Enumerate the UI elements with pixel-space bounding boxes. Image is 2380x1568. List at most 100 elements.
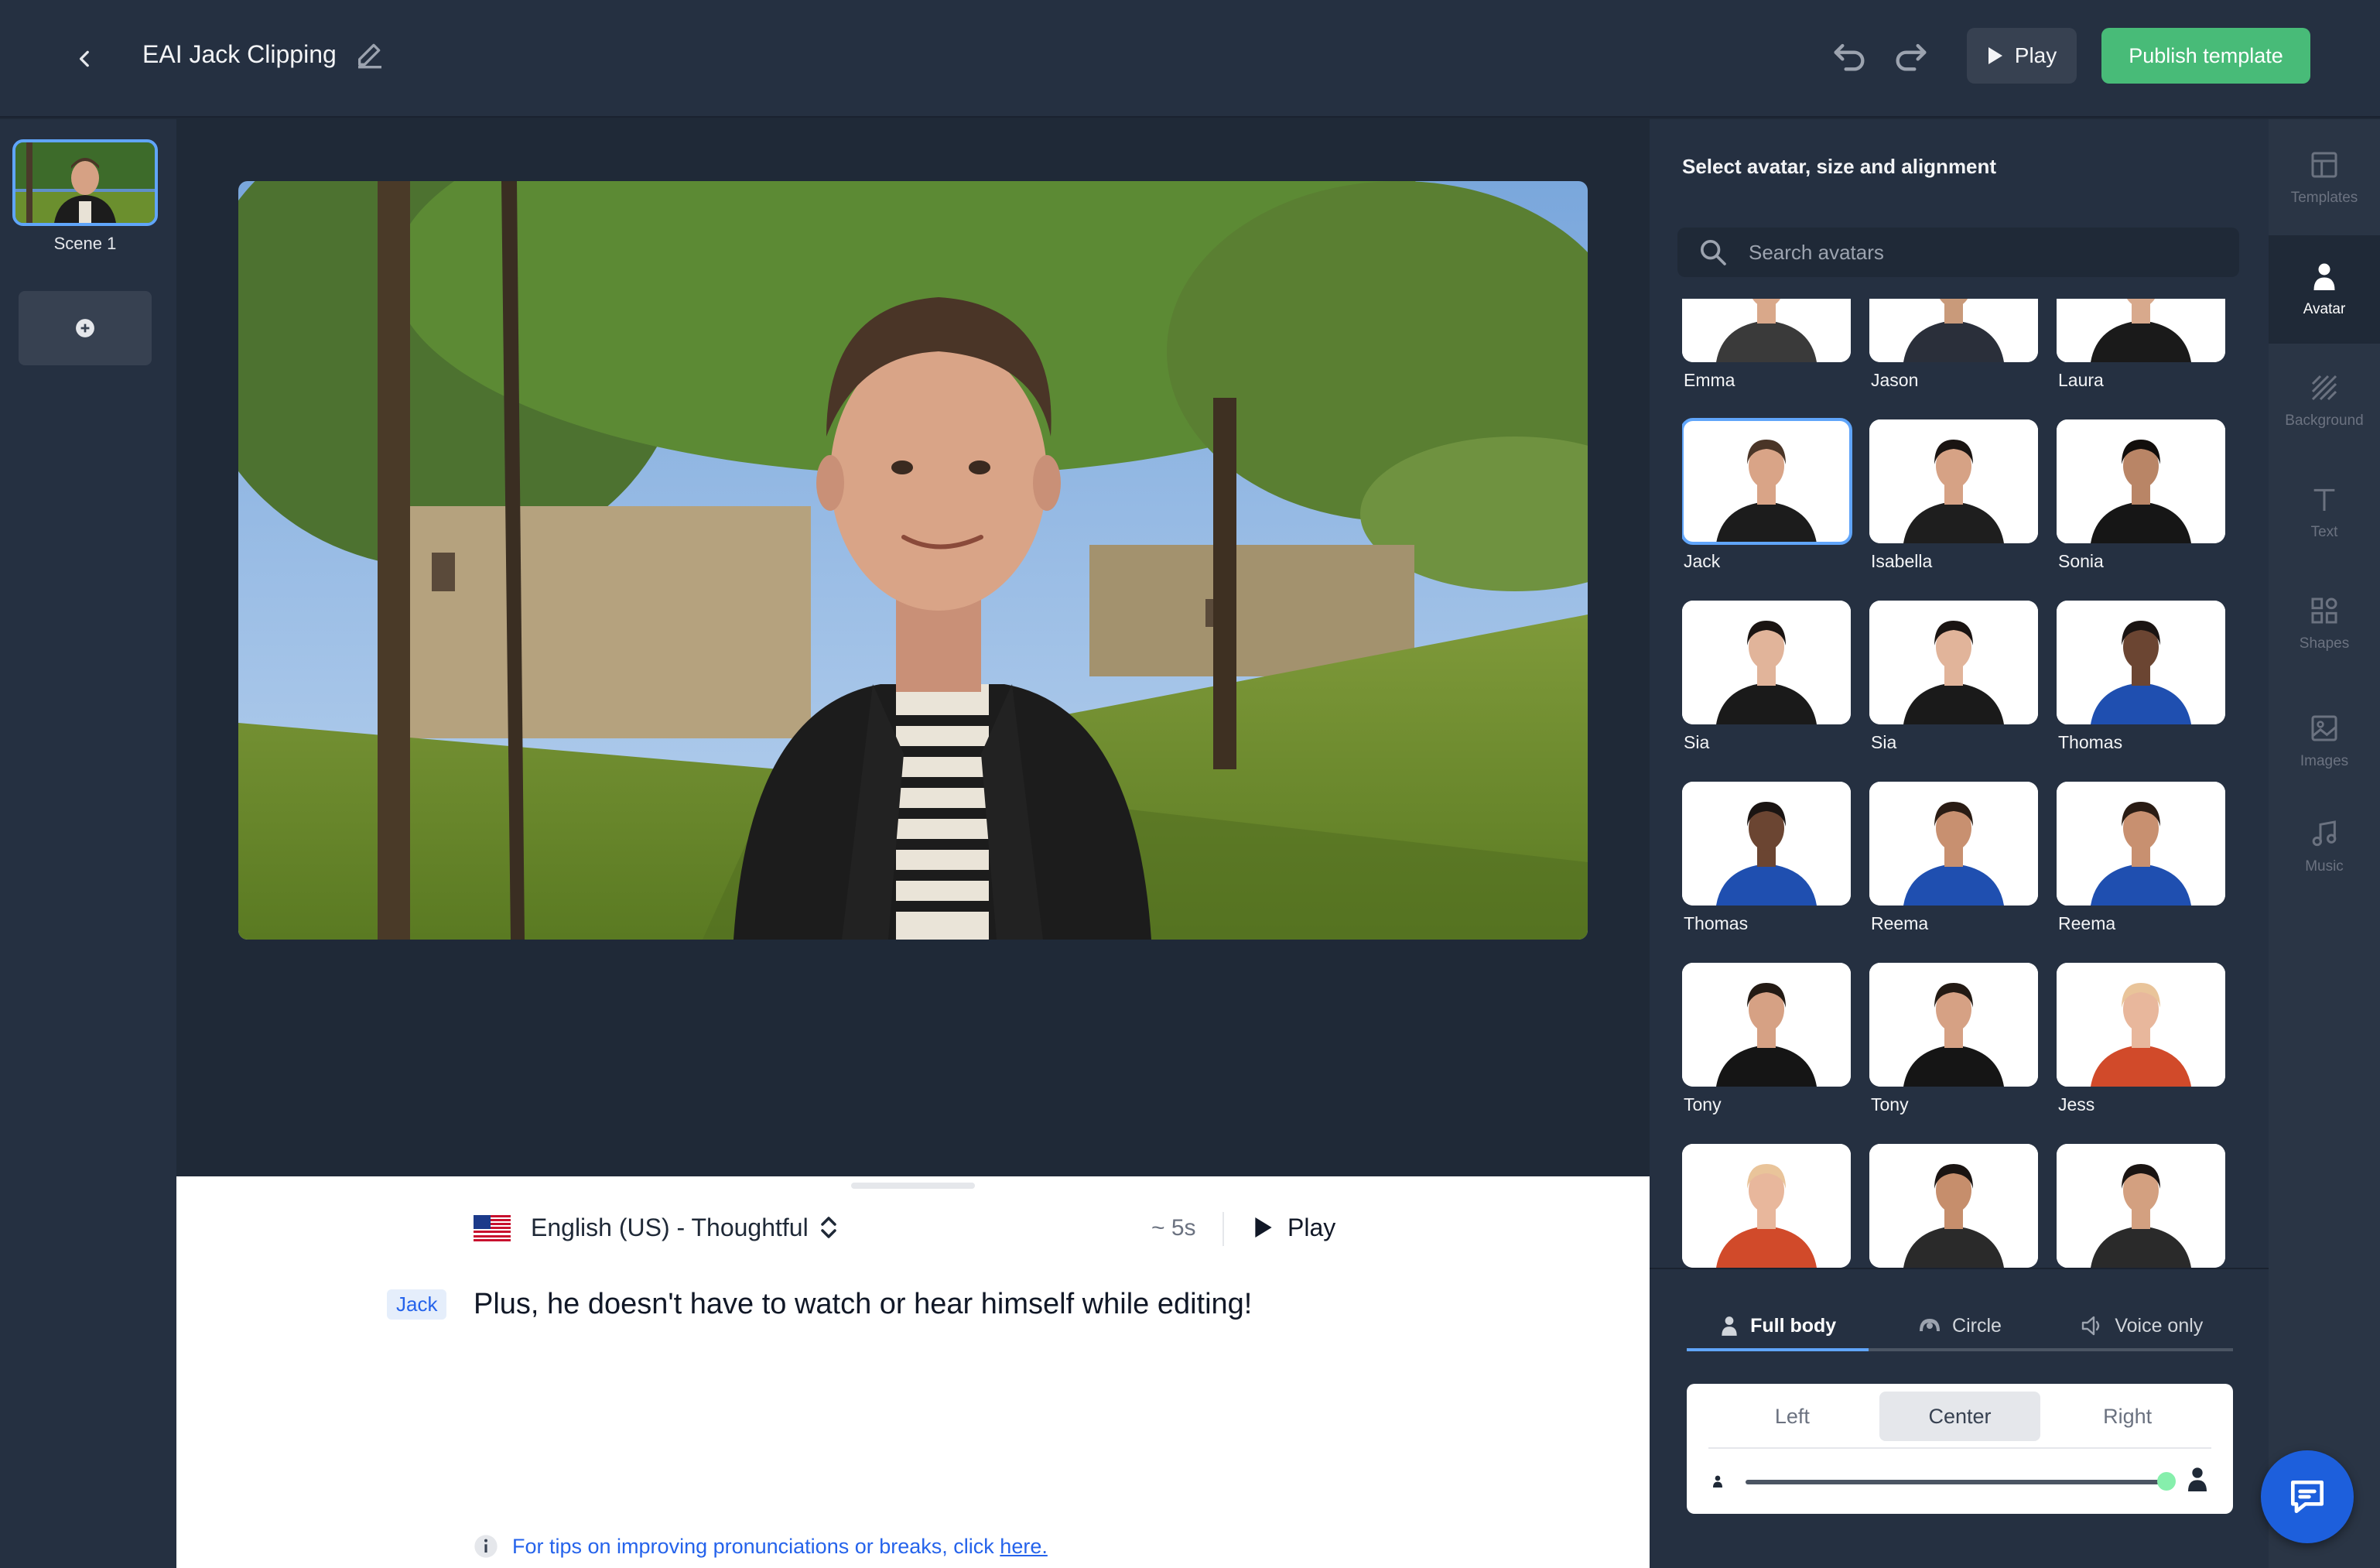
voice-selector[interactable]: English (US) - Thoughtful bbox=[531, 1210, 809, 1244]
add-scene-button[interactable] bbox=[19, 291, 152, 365]
music-icon bbox=[2312, 820, 2337, 847]
size-slider bbox=[1711, 1461, 2214, 1500]
play-icon bbox=[1988, 47, 2002, 64]
avatar-name: Jason bbox=[1871, 370, 1919, 390]
large-person-icon bbox=[2188, 1467, 2207, 1491]
avatar-card[interactable] bbox=[1869, 1144, 2038, 1268]
video-preview[interactable] bbox=[238, 181, 1588, 940]
script-text[interactable]: Plus, he doesn't have to watch or hear h… bbox=[474, 1283, 1252, 1325]
text-icon bbox=[2313, 488, 2335, 511]
chat-icon bbox=[2291, 1481, 2324, 1513]
avatar-card[interactable]: Sonia bbox=[2057, 419, 2225, 571]
avatar-card[interactable] bbox=[2057, 1144, 2225, 1268]
avatar-name: Tony bbox=[1871, 1094, 1909, 1114]
search-input[interactable] bbox=[1749, 240, 2213, 265]
tab-circle[interactable]: Circle bbox=[1869, 1303, 2050, 1348]
avatar-name: Reema bbox=[1871, 913, 1929, 933]
back-button[interactable] bbox=[62, 36, 108, 82]
plus-circle-icon bbox=[76, 319, 94, 337]
avatar-card[interactable]: Laura bbox=[2057, 299, 2225, 390]
avatar-card[interactable]: Jack bbox=[1682, 418, 1852, 571]
avatar-thumbnail bbox=[2057, 601, 2225, 724]
avatar-card[interactable] bbox=[1682, 1144, 1851, 1268]
align-left-button[interactable]: Left bbox=[1711, 1392, 1873, 1441]
avatar-card[interactable]: Sia bbox=[1682, 601, 1851, 752]
tips-link[interactable]: here. bbox=[1000, 1535, 1048, 1558]
avatar-card[interactable]: Jason bbox=[1869, 299, 2038, 390]
avatar-thumbnail bbox=[1869, 601, 2038, 724]
avatar-card[interactable]: Tony bbox=[1682, 963, 1851, 1114]
avatar-name: Thomas bbox=[1684, 913, 1749, 933]
rail-images[interactable]: Images bbox=[2269, 687, 2380, 796]
redo-button[interactable] bbox=[1891, 36, 1931, 76]
search-icon bbox=[1701, 240, 1726, 265]
tips-hint: For tips on improving pronunciations or … bbox=[474, 1534, 1048, 1559]
align-right-button[interactable]: Right bbox=[2047, 1392, 2208, 1441]
tab-voice-only[interactable]: Voice only bbox=[2051, 1303, 2233, 1348]
support-chat-button[interactable] bbox=[2261, 1450, 2354, 1543]
play-button-label: Play bbox=[2014, 43, 2057, 67]
tab-full-body[interactable]: Full body bbox=[1687, 1303, 1869, 1351]
document-title[interactable]: EAI Jack Clipping bbox=[142, 37, 337, 71]
rail-avatar[interactable]: Avatar bbox=[2269, 235, 2380, 344]
small-person-icon bbox=[1713, 1475, 1722, 1488]
slider-thumb[interactable] bbox=[2157, 1472, 2176, 1491]
search-box[interactable] bbox=[1677, 228, 2239, 277]
rail-templates[interactable]: Templates bbox=[2269, 124, 2380, 232]
speaker-tag[interactable]: Jack bbox=[387, 1289, 447, 1320]
avatar-card[interactable]: Tony bbox=[1869, 963, 2038, 1114]
chevron-up-down-icon[interactable] bbox=[817, 1212, 840, 1243]
avatar-thumbnail bbox=[1682, 601, 1851, 724]
pencil-icon[interactable] bbox=[354, 39, 385, 70]
avatar-card[interactable]: Emma bbox=[1682, 299, 1851, 390]
avatar-grid: Emma Jason Laura Jack Isabella Sonia Sia Sia Tho… bbox=[1682, 299, 2239, 1351]
avatar-thumbnail bbox=[1682, 418, 1852, 545]
slider-track[interactable] bbox=[1746, 1480, 2166, 1484]
avatar-thumbnail bbox=[1869, 1144, 2038, 1268]
background-icon bbox=[2311, 375, 2337, 401]
divider bbox=[1222, 1212, 1224, 1246]
avatar-card[interactable]: Reema bbox=[2057, 782, 2225, 933]
avatar-card[interactable]: Sia bbox=[1869, 601, 2038, 752]
rail-shapes[interactable]: Shapes bbox=[2269, 570, 2380, 678]
images-icon bbox=[2311, 715, 2337, 741]
avatar-card[interactable]: Thomas bbox=[2057, 601, 2225, 752]
speaker-icon bbox=[2082, 1316, 2100, 1336]
avatar-thumbnail bbox=[1869, 782, 2038, 906]
shapes-icon bbox=[2311, 597, 2337, 624]
avatar-card[interactable]: Reema bbox=[1869, 782, 2038, 933]
scene-thumbnail[interactable] bbox=[12, 139, 158, 226]
avatar-preview-image bbox=[238, 181, 1588, 940]
publish-template-button[interactable]: Publish template bbox=[2101, 28, 2310, 84]
rail-templates-label: Templates bbox=[2290, 190, 2358, 206]
avatar-name: Thomas bbox=[2058, 732, 2123, 752]
us-flag-icon bbox=[474, 1215, 511, 1241]
script-editor: English (US) - Thoughtful ~ 5s Play Jack… bbox=[176, 1176, 1650, 1568]
rail-text[interactable]: Text bbox=[2269, 458, 2380, 567]
redo-icon bbox=[1896, 43, 1927, 71]
avatar-name: Tony bbox=[1684, 1094, 1722, 1114]
tool-rail: Templates Avatar Background Text Shapes … bbox=[2269, 119, 2380, 1568]
scene-label: Scene 1 bbox=[53, 234, 117, 253]
panel-title: Select avatar, size and alignment bbox=[1682, 155, 1997, 178]
templates-icon bbox=[2311, 152, 2337, 178]
rail-background[interactable]: Background bbox=[2269, 347, 2380, 455]
avatar-name: Sonia bbox=[2058, 551, 2104, 571]
size-tabs: Full body Circle Voice only bbox=[1687, 1303, 2233, 1351]
align-center-button[interactable]: Center bbox=[1879, 1392, 2041, 1441]
chevron-left-icon bbox=[79, 50, 89, 67]
rail-music[interactable]: Music bbox=[2269, 793, 2380, 901]
resize-handle[interactable] bbox=[851, 1183, 975, 1189]
scenes-sidebar: Scene 1 bbox=[0, 119, 176, 1568]
avatar-card[interactable]: Jess bbox=[2057, 963, 2225, 1114]
rail-avatar-label: Avatar bbox=[2303, 301, 2346, 317]
canvas-area bbox=[176, 119, 1650, 1176]
undo-button[interactable] bbox=[1829, 36, 1869, 76]
play-icon bbox=[1255, 1217, 1272, 1238]
play-button[interactable]: Play bbox=[1967, 28, 2077, 84]
avatar-thumbnail bbox=[2057, 299, 2225, 362]
avatar-card[interactable]: Thomas bbox=[1682, 782, 1851, 933]
avatar-card[interactable]: Isabella bbox=[1869, 419, 2038, 571]
rail-shapes-label: Shapes bbox=[2299, 635, 2350, 652]
play-script-button[interactable]: Play bbox=[1253, 1210, 1335, 1244]
